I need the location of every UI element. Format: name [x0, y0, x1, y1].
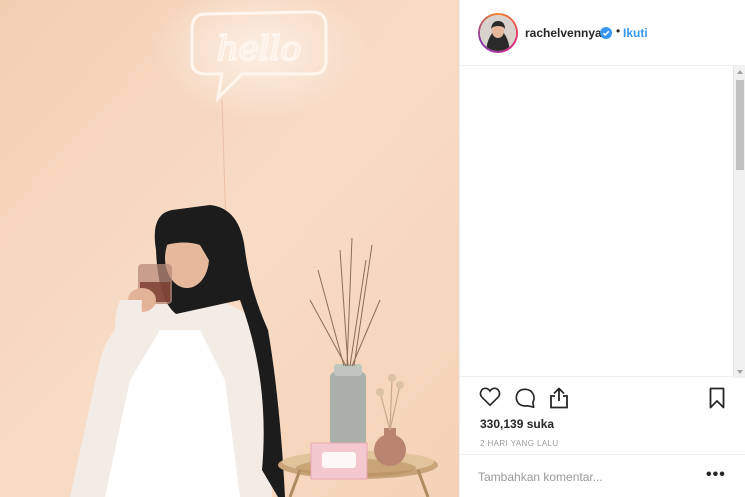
post-image[interactable]: hello [0, 0, 459, 497]
comments-scrollbar[interactable] [733, 66, 745, 378]
comment-input[interactable] [478, 467, 688, 487]
username-link[interactable]: rachelvennya [525, 26, 602, 40]
follow-button[interactable]: Ikuti [623, 26, 648, 40]
share-icon[interactable] [549, 387, 569, 409]
avatar-ring[interactable] [478, 13, 518, 53]
neon-text: hello [217, 29, 301, 69]
avatar[interactable] [480, 15, 516, 51]
scroll-down-arrow-icon[interactable] [737, 370, 743, 374]
scroll-up-arrow-icon[interactable] [737, 70, 743, 74]
post-photo-illustration: hello [0, 0, 459, 497]
tea-box [310, 442, 368, 480]
comments-list[interactable] [460, 66, 745, 376]
post-timestamp[interactable]: 2 HARI YANG LALU [480, 439, 559, 448]
more-options-icon[interactable]: ••• [706, 466, 726, 484]
add-comment-section: ••• [460, 454, 745, 497]
post-actions: 330,139 suka 2 HARI YANG LALU [460, 376, 745, 454]
post-side-panel: rachelvennya • Ikuti 330,139 suka 2 HARI… [459, 0, 745, 497]
verified-badge-icon [600, 27, 612, 39]
heart-icon[interactable] [479, 387, 501, 407]
post-header: rachelvennya • Ikuti [460, 0, 745, 66]
avatar-image [480, 15, 516, 51]
header-separator: • [616, 24, 621, 38]
like-count[interactable]: 330,139 suka [480, 417, 554, 431]
comment-icon[interactable] [514, 387, 536, 409]
scroll-thumb[interactable] [736, 80, 744, 170]
bookmark-icon[interactable] [709, 387, 725, 409]
